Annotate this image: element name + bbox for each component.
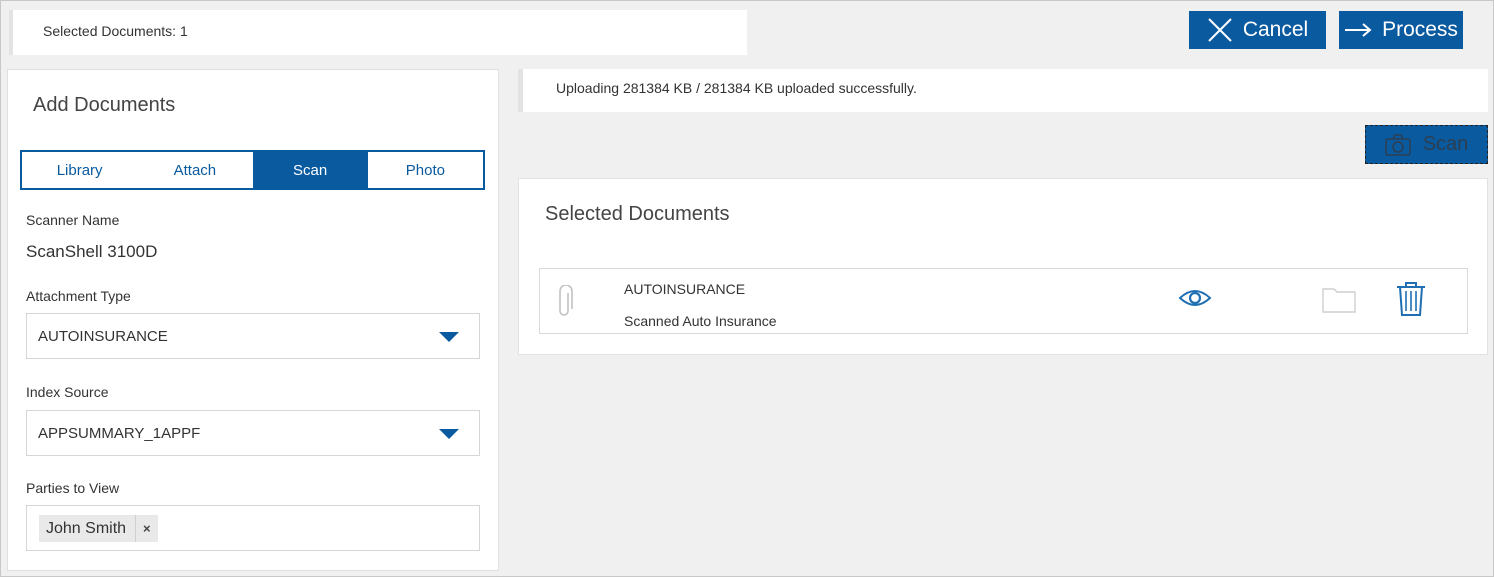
add-documents-panel: Add Documents Library Attach Scan Photo … (7, 69, 499, 571)
selected-documents-count: Selected Documents: 1 (9, 10, 747, 55)
party-tag-label: John Smith (46, 519, 127, 537)
tab-library[interactable]: Library (22, 152, 137, 188)
process-button-label: Process (1382, 18, 1458, 41)
remove-tag-icon[interactable]: × (135, 515, 158, 542)
document-description: Scanned Auto Insurance (624, 313, 777, 329)
document-row: AUTOINSURANCE Scanned Auto Insurance (539, 268, 1468, 334)
folder-icon[interactable] (1322, 285, 1356, 313)
paperclip-icon (559, 285, 573, 316)
index-source-select[interactable]: APPSUMMARY_1APPF (26, 410, 480, 456)
attachment-type-select[interactable]: AUTOINSURANCE (26, 313, 480, 359)
attachment-type-value: AUTOINSURANCE (38, 328, 168, 345)
cancel-button-label: Cancel (1242, 18, 1309, 41)
chevron-down-icon (439, 429, 459, 439)
upload-status-text: Uploading 281384 KB / 281384 KB uploaded… (556, 80, 917, 96)
tab-scan[interactable]: Scan (252, 152, 368, 188)
parties-to-view-label: Parties to View (26, 480, 120, 496)
source-tabs: Library Attach Scan Photo (20, 150, 485, 190)
scanner-name-label: Scanner Name (26, 212, 120, 228)
party-tag: John Smith × (39, 515, 158, 542)
trash-icon[interactable] (1396, 281, 1426, 317)
close-icon (1208, 18, 1232, 42)
selected-documents-panel: Selected Documents AUTOINSURANCE Scanned… (518, 178, 1488, 355)
camera-icon (1384, 133, 1411, 156)
parties-to-view-input[interactable]: John Smith × (26, 505, 480, 551)
add-documents-title: Add Documents (33, 94, 176, 116)
tab-attach[interactable]: Attach (137, 152, 252, 188)
index-source-value: APPSUMMARY_1APPF (38, 425, 201, 442)
tab-photo[interactable]: Photo (368, 152, 483, 188)
process-button[interactable]: Process (1339, 11, 1463, 49)
upload-status-bar: Uploading 281384 KB / 281384 KB uploaded… (518, 69, 1488, 112)
document-name: AUTOINSURANCE (624, 281, 746, 297)
selected-documents-count-text: Selected Documents: 1 (43, 23, 188, 39)
scan-button-label: Scan (1422, 133, 1469, 155)
attachment-type-label: Attachment Type (26, 288, 131, 304)
scan-button[interactable]: Scan (1365, 125, 1488, 164)
scanner-name-value: ScanShell 3100D (26, 242, 158, 261)
arrow-right-icon (1345, 23, 1372, 37)
chevron-down-icon (439, 332, 459, 342)
index-source-label: Index Source (26, 384, 109, 400)
cancel-button[interactable]: Cancel (1189, 11, 1326, 49)
selected-documents-title: Selected Documents (545, 203, 730, 225)
eye-icon[interactable] (1178, 287, 1212, 309)
